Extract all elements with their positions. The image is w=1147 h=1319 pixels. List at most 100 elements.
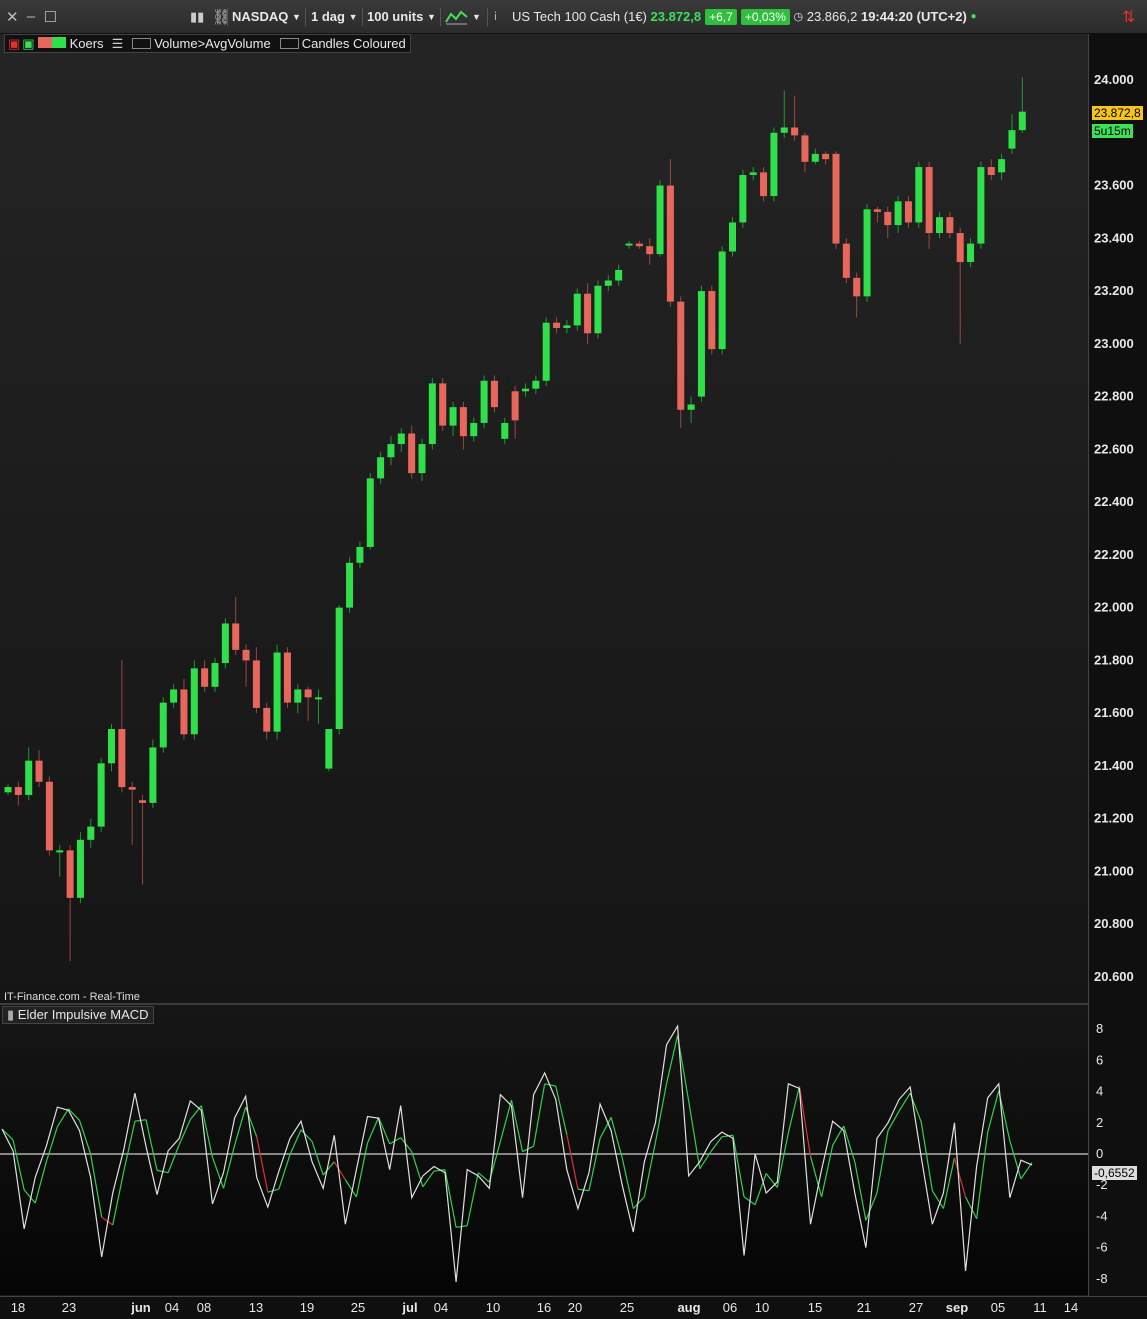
price-tick-label: 21.800 [1094, 652, 1134, 667]
macd-signal-segment [643, 1142, 657, 1198]
chevron-down-icon: ▼ [426, 11, 436, 22]
macd-signal-segment [278, 1154, 291, 1190]
candle-body [283, 652, 291, 703]
candle-body [201, 668, 209, 687]
price-tick-label: 21.200 [1094, 811, 1134, 826]
candle-body [687, 404, 695, 410]
trade-icon[interactable]: ⇅ [1122, 0, 1135, 33]
macd-tick-label: 4 [1096, 1084, 1103, 1099]
candle-body [594, 285, 602, 334]
units-select[interactable]: 100 units ▼ [367, 0, 436, 33]
candle-body [1018, 111, 1026, 131]
candle-body [656, 185, 664, 255]
macd-signal-segment [200, 1105, 214, 1158]
price-tick-label: 21.000 [1094, 863, 1134, 878]
maximize-icon[interactable]: ☐ [44, 8, 57, 26]
candle-body [925, 167, 933, 234]
price-tick-label: 22.400 [1094, 494, 1134, 509]
macd-signal-segment [732, 1135, 745, 1198]
candle-body [14, 787, 22, 795]
candle-body [832, 153, 840, 244]
macd-signal-segment [621, 1157, 634, 1209]
candle-body [708, 291, 716, 350]
price-tick-label: 23.200 [1094, 283, 1134, 298]
candle-body [987, 167, 995, 175]
units-label: 100 units [367, 9, 424, 24]
macd-signal-segment [234, 1107, 247, 1146]
minimize-icon[interactable]: ‒ [27, 8, 35, 25]
macd-signal-segment [289, 1129, 302, 1156]
time-tick-label: 10 [755, 1300, 769, 1315]
price-chart [4, 77, 1026, 962]
candle-body [936, 217, 943, 234]
macd-value-label: -0,6552 [1092, 1166, 1137, 1180]
macd-signal-segment [887, 1110, 900, 1131]
candle-body [884, 211, 892, 226]
candle-body [749, 172, 757, 175]
instrument-name: US Tech 100 Cash (1€) [512, 9, 647, 24]
chart-type-icon[interactable]: ▮▮ [190, 0, 204, 33]
time-tick-label: jul [401, 1300, 417, 1315]
candle-body [904, 201, 912, 223]
price-tick-label: 22.800 [1094, 389, 1134, 404]
candle-body [584, 293, 592, 334]
info-icon[interactable]: ⅰ [494, 0, 497, 33]
candle-body [335, 607, 343, 730]
time-tick-label: 18 [11, 1300, 25, 1315]
time-tick-label: 19 [300, 1300, 314, 1315]
close-icon[interactable]: ✕ [6, 8, 19, 26]
price-tick-label: 22.200 [1094, 547, 1134, 562]
macd-tick-label: -8 [1096, 1271, 1108, 1286]
macd-signal-segment [355, 1142, 369, 1198]
candle-body [894, 201, 902, 226]
macd-tick-label: 6 [1096, 1052, 1103, 1067]
link-icon[interactable]: ⛓ [212, 0, 231, 33]
change-pct-badge: +0,03% [740, 8, 790, 25]
candle-body [842, 243, 850, 278]
time-tick-label: jun [130, 1300, 151, 1315]
candle-body [967, 243, 975, 263]
timeframe-select[interactable]: 1 dag ▼ [311, 0, 358, 33]
indicator-icon[interactable] [445, 0, 469, 33]
time-tick-label: aug [677, 1300, 700, 1315]
candle-body [718, 251, 726, 350]
price-tick-label: 23.400 [1094, 230, 1134, 245]
chevron-down-icon[interactable]: ▼ [472, 0, 481, 33]
candle-body [387, 444, 395, 458]
candle-body [563, 325, 571, 328]
server-time: 19:44:20 (UTC+2) [860, 9, 967, 24]
market-select[interactable]: NASDAQ ▼ [232, 0, 301, 33]
candle-body [739, 174, 747, 223]
candle-body [263, 707, 271, 732]
candle-body [490, 380, 498, 408]
time-tick-label: 04 [165, 1300, 179, 1315]
candle-body [128, 787, 136, 790]
time-tick-label: 05 [991, 1300, 1005, 1315]
time-tick-label: sep [946, 1300, 968, 1315]
macd-signal-segment [920, 1121, 933, 1191]
price-tick-label: 21.600 [1094, 705, 1134, 720]
window-controls[interactable]: ✕ ‒ ☐ [6, 0, 57, 33]
candle-body [615, 269, 623, 281]
candle-body [211, 663, 219, 687]
candle-body [511, 391, 519, 421]
candle-body [66, 850, 74, 898]
candle-body [873, 209, 881, 212]
candle-body [377, 457, 385, 479]
macd-signal-segment [444, 1169, 457, 1228]
macd-signal-segment [366, 1117, 380, 1144]
chevron-down-icon: ▼ [348, 11, 358, 22]
candle-body [811, 153, 819, 162]
macd-signal-segment [898, 1092, 911, 1112]
candle-body [666, 185, 674, 302]
time-tick-label: 08 [197, 1300, 211, 1315]
candle-body [418, 444, 426, 474]
candle-body [180, 689, 188, 735]
macd-tick-label: -4 [1096, 1208, 1108, 1223]
time-tick-label: 23 [62, 1300, 76, 1315]
candle-body [170, 689, 178, 703]
macd-signal-segment [931, 1190, 944, 1209]
candle-body [677, 301, 685, 410]
candle-body [408, 433, 416, 474]
macd-signal-segment [45, 1126, 58, 1162]
